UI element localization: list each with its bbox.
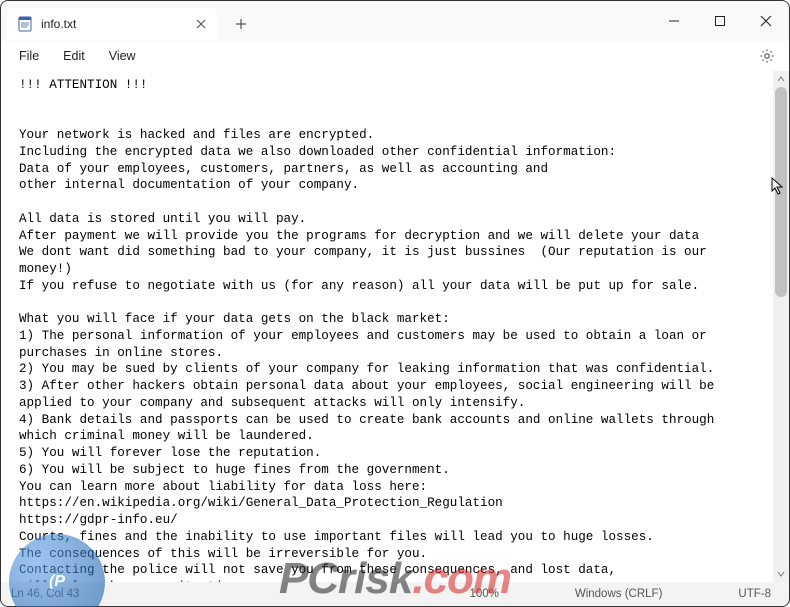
text-content[interactable]: !!! ATTENTION !!! Your network is hacked… bbox=[1, 71, 773, 582]
maximize-button[interactable] bbox=[697, 1, 743, 41]
menu-file[interactable]: File bbox=[7, 45, 51, 67]
menu-edit[interactable]: Edit bbox=[51, 45, 97, 67]
menu-bar: File Edit View bbox=[1, 41, 789, 71]
menu-view[interactable]: View bbox=[97, 45, 148, 67]
scroll-thumb[interactable] bbox=[775, 87, 787, 297]
status-line-ending[interactable]: Windows (CRLF) bbox=[567, 588, 671, 600]
status-cursor-position: Ln 46, Col 43 bbox=[11, 588, 79, 600]
tab-title: info.txt bbox=[41, 17, 185, 31]
notepad-file-icon bbox=[17, 16, 33, 32]
file-tab[interactable]: info.txt bbox=[7, 8, 217, 40]
close-button[interactable] bbox=[743, 1, 789, 41]
vertical-scrollbar[interactable] bbox=[773, 71, 789, 582]
title-bar: info.txt bbox=[1, 1, 789, 41]
window-controls bbox=[651, 1, 789, 41]
scroll-down-button[interactable] bbox=[773, 566, 789, 582]
status-encoding[interactable]: UTF-8 bbox=[730, 588, 779, 600]
scroll-up-button[interactable] bbox=[773, 71, 789, 87]
editor-area: !!! ATTENTION !!! Your network is hacked… bbox=[1, 71, 789, 582]
minimize-button[interactable] bbox=[651, 1, 697, 41]
status-bar: Ln 46, Col 43 100% Windows (CRLF) UTF-8 bbox=[1, 582, 789, 606]
notepad-window: info.txt File Edit View bbox=[0, 0, 790, 607]
gear-icon bbox=[759, 48, 775, 64]
status-zoom[interactable]: 100% bbox=[461, 588, 506, 600]
settings-button[interactable] bbox=[751, 42, 783, 70]
new-tab-button[interactable] bbox=[227, 10, 255, 38]
tab-close-button[interactable] bbox=[193, 16, 209, 32]
